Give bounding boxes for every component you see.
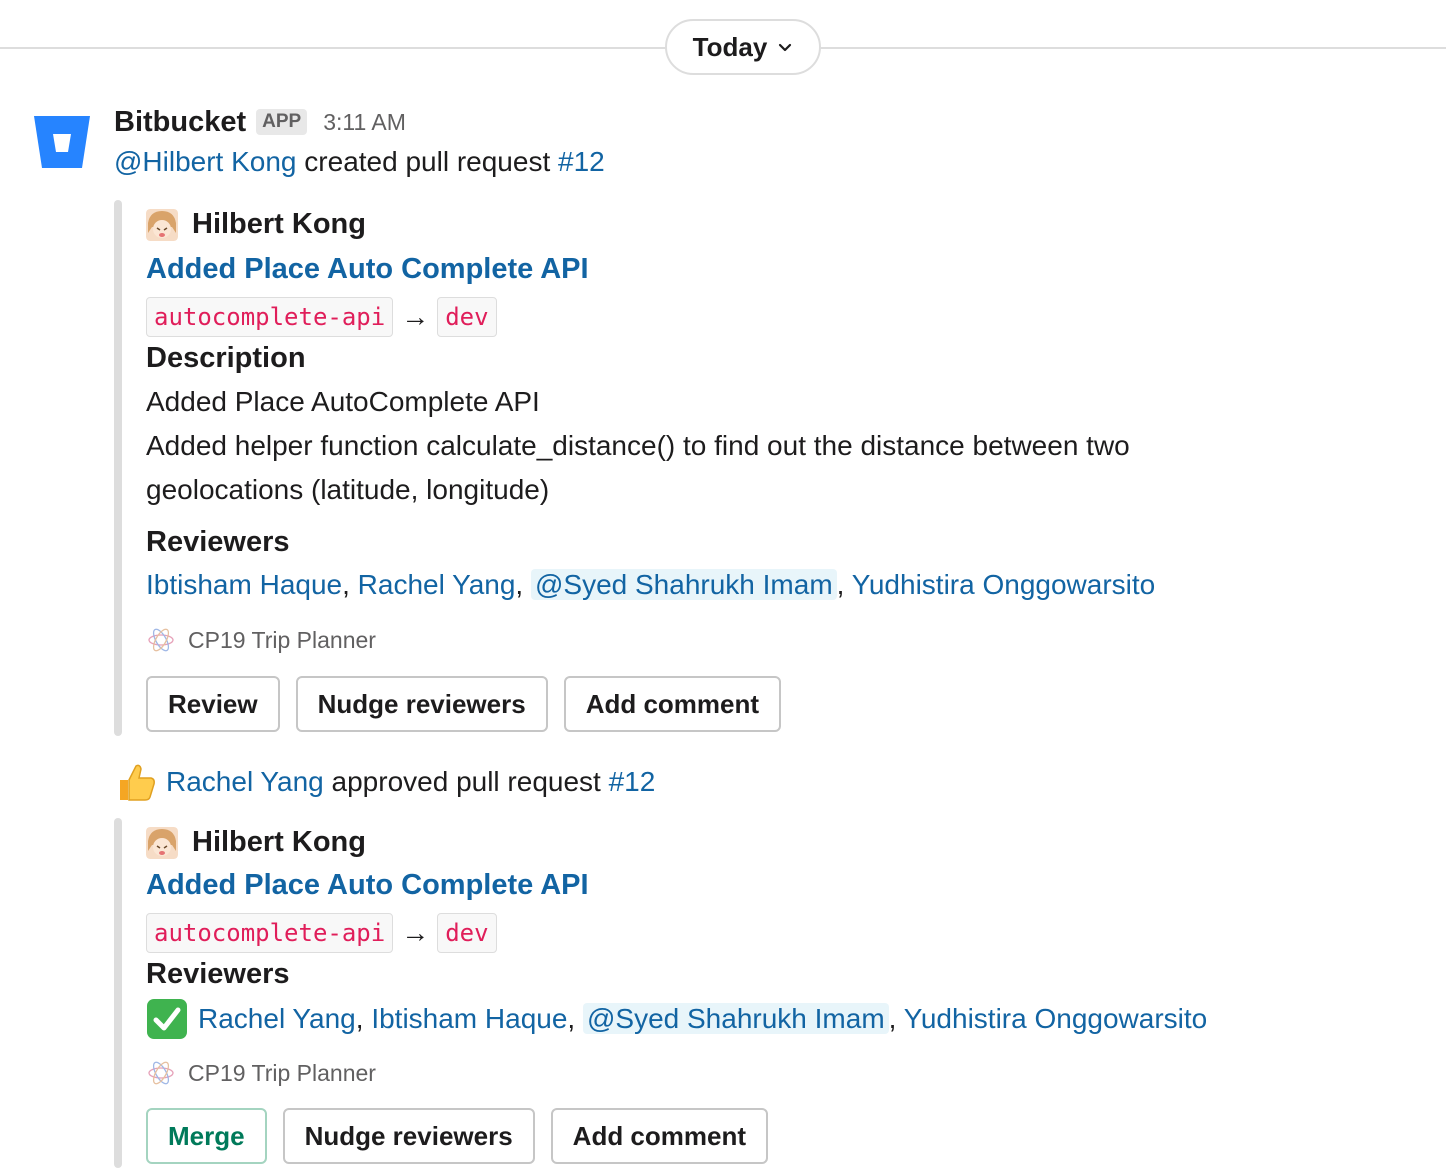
review-button[interactable]: Review <box>146 676 280 732</box>
pr-title-link[interactable]: Added Place Auto Complete API <box>146 253 589 286</box>
pr-link[interactable]: #12 <box>609 766 656 797</box>
approval-text: approved pull request <box>323 766 609 797</box>
add-comment-button[interactable]: Add comment <box>550 1108 769 1164</box>
reviewer-link[interactable]: Rachel Yang <box>358 569 516 600</box>
target-branch: dev <box>437 297 497 337</box>
approval-message: Rachel Yang approved pull request #12 <box>114 760 655 804</box>
check-mark-icon <box>147 999 187 1039</box>
chevron-down-icon <box>779 43 792 52</box>
reviewers-title: Reviewers <box>146 526 290 558</box>
add-comment-button[interactable]: Add comment <box>563 676 782 732</box>
reviewers-list: Ibtisham Haque, Rachel Yang, @Syed Shahr… <box>146 569 1155 601</box>
reviewers-title: Reviewers <box>146 958 290 990</box>
merge-button[interactable]: Merge <box>146 1108 267 1164</box>
source-branch: autocomplete-api <box>146 913 394 953</box>
pr-attachment-created: Hilbert Kong Added Place Auto Complete A… <box>114 200 1314 736</box>
separator: , <box>888 1003 904 1034</box>
date-label: Today <box>692 31 768 62</box>
author-name[interactable]: Hilbert Kong <box>192 208 366 241</box>
avatar[interactable] <box>146 826 178 859</box>
project-name: CP19 Trip Planner <box>188 1059 376 1086</box>
description-line: geolocations (latitude, longitude) <box>146 474 550 505</box>
project-name: CP19 Trip Planner <box>188 626 376 653</box>
reviewers-list: Rachel Yang, Ibtisham Haque, @Syed Shahr… <box>146 998 1207 1040</box>
target-branch: dev <box>437 913 497 953</box>
project-icon <box>148 1061 174 1085</box>
separator: , <box>836 569 852 600</box>
description-title: Description <box>146 342 306 374</box>
pr-title-link[interactable]: Added Place Auto Complete API <box>146 869 589 902</box>
reviewer-link[interactable]: Rachel Yang <box>198 1003 356 1034</box>
branch-row: autocomplete-api → dev <box>146 297 497 337</box>
reviewer-link[interactable]: Yudhistira Onggowarsito <box>904 1003 1208 1034</box>
attachment-footer: CP19 Trip Planner <box>146 625 376 655</box>
date-divider-button[interactable]: Today <box>665 19 821 75</box>
source-branch: autocomplete-api <box>146 297 394 337</box>
nudge-reviewers-button[interactable]: Nudge reviewers <box>295 676 548 732</box>
attachment-author: Hilbert Kong <box>146 208 366 241</box>
approver-link[interactable]: Rachel Yang <box>166 766 324 797</box>
attachment-footer: CP19 Trip Planner <box>146 1058 376 1088</box>
attachment-author: Hilbert Kong <box>146 826 366 859</box>
action-buttons: Merge Nudge reviewers Add comment <box>146 1108 769 1164</box>
reviewer-mention[interactable]: @Syed Shahrukh Imam <box>530 569 837 600</box>
branch-arrow: → <box>401 301 430 332</box>
separator: , <box>342 569 358 600</box>
user-mention[interactable]: @Hilbert Kong <box>114 146 297 177</box>
branch-row: autocomplete-api → dev <box>146 913 497 953</box>
description-line: Added helper function calculate_distance… <box>146 430 1130 461</box>
attachment-bar <box>114 200 122 736</box>
separator: , <box>515 569 531 600</box>
pr-link[interactable]: #12 <box>558 146 605 177</box>
separator: , <box>567 1003 583 1034</box>
bitbucket-logo-icon[interactable] <box>32 112 92 172</box>
message-text: @Hilbert Kong created pull request #12 <box>114 146 605 178</box>
branch-arrow: → <box>401 917 430 948</box>
action-buttons: Review Nudge reviewers Add comment <box>146 676 782 732</box>
pr-attachment-approved: Hilbert Kong Added Place Auto Complete A… <box>114 818 1314 1168</box>
app-badge: APP <box>256 109 308 135</box>
message-timestamp[interactable]: 3:11 AM <box>323 109 406 136</box>
reviewer-mention[interactable]: @Syed Shahrukh Imam <box>582 1003 889 1034</box>
thumbs-up-icon <box>120 764 155 801</box>
reviewer-link[interactable]: Ibtisham Haque <box>371 1003 567 1034</box>
description-line: Added Place AutoComplete API <box>146 386 540 417</box>
reviewer-link[interactable]: Ibtisham Haque <box>146 569 342 600</box>
reviewer-link[interactable]: Yudhistira Onggowarsito <box>852 569 1156 600</box>
separator: , <box>355 1003 372 1034</box>
message-body: created pull request <box>296 146 559 177</box>
attachment-bar <box>114 818 122 1168</box>
sender-name[interactable]: Bitbucket <box>114 106 246 139</box>
message-header: Bitbucket APP 3:11 AM <box>114 103 406 141</box>
author-name[interactable]: Hilbert Kong <box>192 826 366 859</box>
project-icon <box>148 628 174 652</box>
avatar[interactable] <box>146 208 178 241</box>
nudge-reviewers-button[interactable]: Nudge reviewers <box>282 1108 535 1164</box>
